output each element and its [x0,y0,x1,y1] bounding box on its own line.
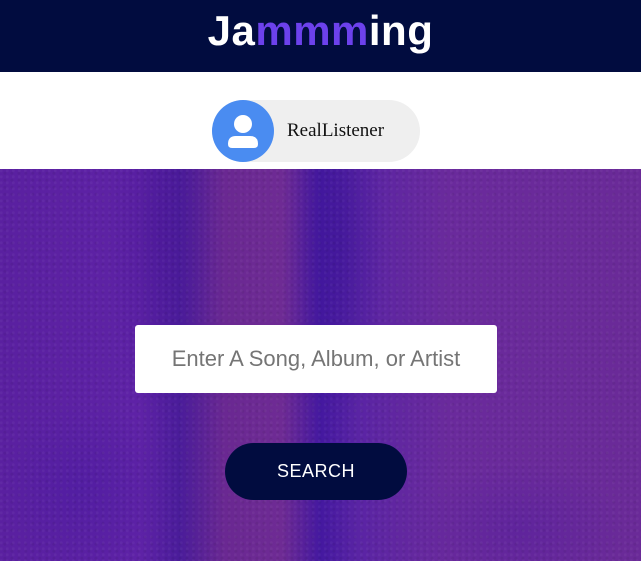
user-icon [228,115,258,148]
user-profile-pill[interactable]: RealListener [212,100,420,162]
user-bar: RealListener [0,72,641,169]
app-header: Jammming [0,0,641,72]
logo-text-start: Ja [207,7,256,54]
app-logo: Jammming [208,10,434,52]
logo-text-end: ing [368,7,434,54]
search-button[interactable]: SEARCH [225,443,407,500]
search-input[interactable] [135,325,497,393]
username: RealListener [287,120,385,141]
avatar[interactable] [212,100,274,162]
search-hero: SEARCH [0,169,641,561]
logo-text-accent: mmm [255,7,369,54]
